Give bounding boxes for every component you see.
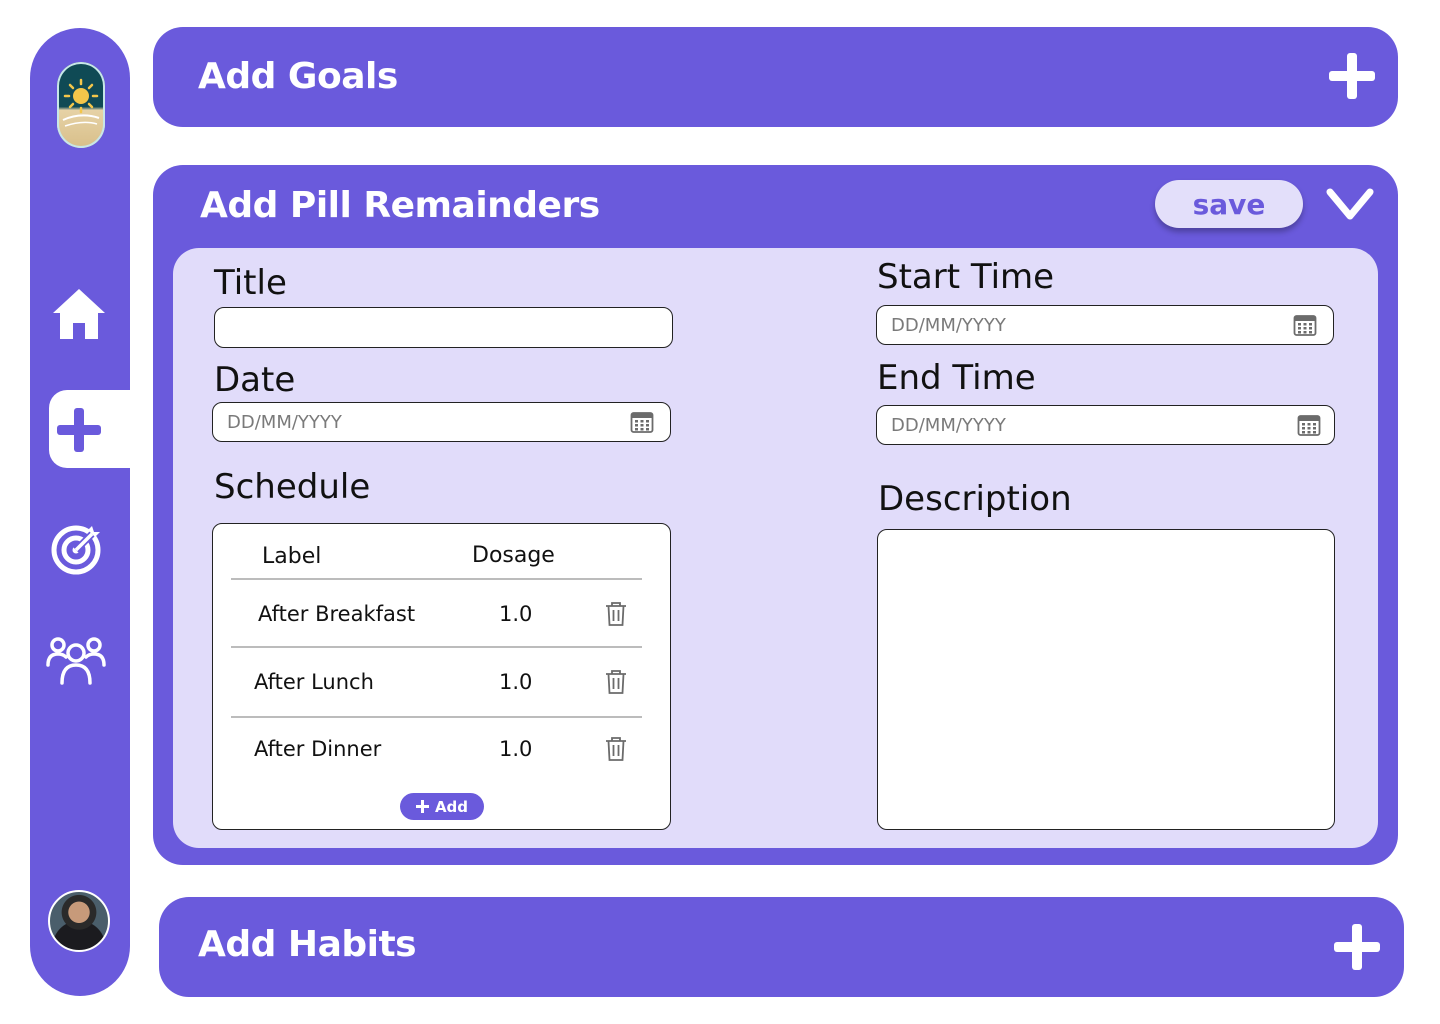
plus-icon: [57, 408, 101, 452]
calendar-icon[interactable]: [1293, 313, 1317, 337]
end-time-label: End Time: [877, 358, 1036, 398]
schedule-row-label: After Dinner: [254, 737, 382, 761]
trash-icon[interactable]: [604, 669, 628, 695]
schedule-row-dosage: 1.0: [499, 670, 533, 694]
goals-panel-title: Add Goals: [198, 56, 398, 97]
people-icon: [46, 637, 106, 685]
add-label: Add: [434, 797, 469, 816]
sidebar-item-community[interactable]: [44, 630, 108, 690]
add-schedule-row-button[interactable]: Add: [400, 793, 484, 820]
trash-icon[interactable]: [604, 736, 628, 762]
sidebar: [30, 28, 130, 996]
schedule-header-label: Label: [262, 544, 322, 569]
title-input[interactable]: [214, 307, 673, 348]
schedule-row-dosage: 1.0: [499, 602, 533, 626]
sidebar-item-add[interactable]: [52, 402, 106, 458]
target-icon: [51, 525, 101, 575]
date-input[interactable]: [212, 402, 671, 442]
table-divider: [231, 716, 642, 718]
add-goal-button[interactable]: [1327, 51, 1377, 101]
calendar-icon[interactable]: [1297, 413, 1321, 437]
start-time-label: Start Time: [877, 257, 1055, 297]
title-label: Title: [214, 263, 287, 303]
plus-icon: [415, 800, 429, 813]
save-button[interactable]: save: [1155, 180, 1303, 228]
schedule-row-dosage: 1.0: [499, 737, 533, 761]
home-icon: [53, 289, 105, 339]
end-time-input[interactable]: [876, 405, 1335, 445]
sun-pill-logo-icon: [57, 62, 105, 148]
description-label: Description: [878, 479, 1072, 519]
add-habit-button[interactable]: [1332, 922, 1382, 972]
date-label: Date: [214, 360, 296, 400]
sidebar-item-goals[interactable]: [46, 518, 106, 578]
description-textarea[interactable]: [877, 529, 1335, 830]
calendar-icon[interactable]: [630, 410, 654, 434]
trash-icon[interactable]: [604, 601, 628, 627]
schedule-row-label: After Breakfast: [258, 602, 416, 626]
schedule-row-label: After Lunch: [254, 670, 374, 694]
habits-panel-title: Add Habits: [198, 924, 417, 965]
chevron-down-icon: [1326, 188, 1374, 220]
user-avatar[interactable]: [48, 890, 110, 952]
schedule-label: Schedule: [214, 467, 371, 507]
table-divider: [231, 646, 642, 648]
start-time-input[interactable]: [876, 305, 1334, 345]
table-divider: [231, 578, 642, 580]
collapse-button[interactable]: [1326, 186, 1374, 224]
sidebar-item-home[interactable]: [48, 284, 110, 344]
pill-panel-title: Add Pill Remainders: [200, 185, 600, 226]
schedule-header-dosage: Dosage: [472, 543, 555, 568]
